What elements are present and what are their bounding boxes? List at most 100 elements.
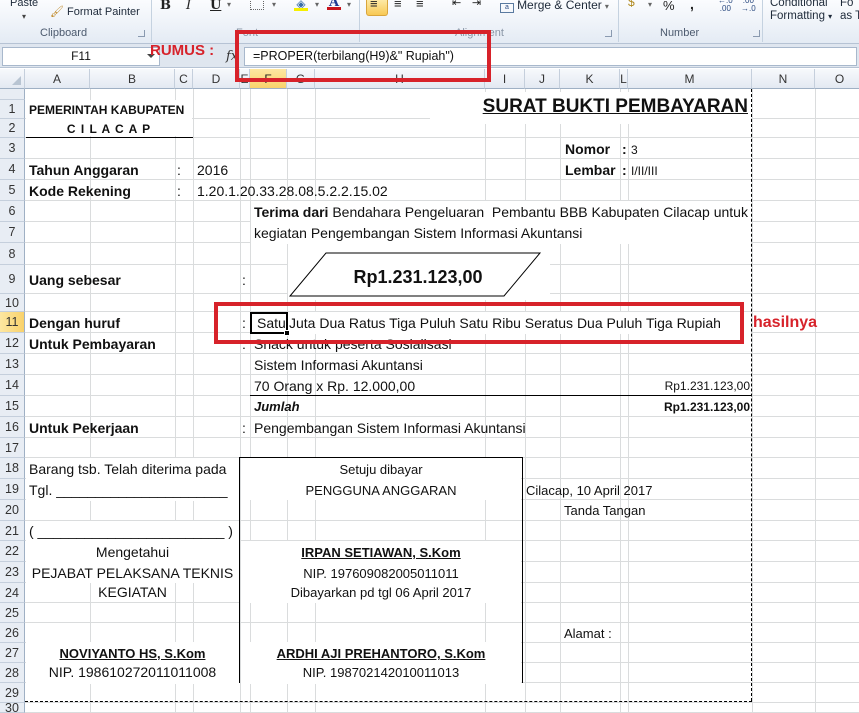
italic-button[interactable]: I [186, 0, 191, 13]
cell-pembayaran-label[interactable]: Untuk Pembayaran [29, 337, 156, 351]
comma-button[interactable]: , [690, 0, 694, 12]
row-header-30[interactable]: 30 [0, 702, 25, 713]
row-header-4[interactable]: 4 [0, 159, 25, 180]
row-header-10[interactable]: 10 [0, 294, 25, 312]
cell-paren-line[interactable]: ( ________________________ ) [29, 524, 233, 538]
column-header-n[interactable]: N [752, 69, 815, 89]
column-header-m[interactable]: M [628, 69, 752, 89]
cell-lembar-label[interactable]: Lembar [565, 163, 616, 177]
row-header-5[interactable]: 5 [0, 180, 25, 201]
align-center-icon[interactable]: ≡ [394, 0, 402, 11]
cell-nomor-label[interactable]: Nomor [565, 142, 610, 156]
cell-pembayaran-line3[interactable]: 70 Orang x Rp. 12.000,00 [254, 379, 415, 393]
row-header-18[interactable]: 18 [0, 458, 25, 479]
column-header-k[interactable]: K [560, 69, 620, 89]
paste-dropdown-icon[interactable]: ▾ [22, 12, 26, 21]
align-right-icon[interactable]: ≡ [416, 0, 424, 11]
cell-tahun-value[interactable]: 2016 [197, 163, 228, 177]
row-header-15[interactable]: 15 [0, 396, 25, 417]
underline-dropdown-icon[interactable]: ▾ [227, 0, 231, 9]
cell-irpan[interactable]: IRPAN SETIAWAN, S.Kom [240, 546, 522, 559]
accounting-format-icon[interactable]: $ [628, 0, 635, 9]
borders-dropdown-icon[interactable]: ▾ [272, 0, 276, 9]
row-header-28[interactable]: 28 [0, 663, 25, 683]
cell-pembayaran-amount[interactable]: Rp1.231.123,00 [600, 380, 750, 392]
fill-dropdown-icon[interactable]: ▾ [315, 0, 319, 9]
cell-barang[interactable]: Barang tsb. Telah diterima pada [29, 462, 226, 476]
cell-noviyanto[interactable]: NOVIYANTO HS, S.Kom [26, 647, 239, 660]
cell-jumlah-value[interactable]: Rp1.231.123,00 [600, 401, 750, 413]
format-as-table-button[interactable]: Fo as T [840, 0, 859, 23]
cell-title[interactable]: SURAT BUKTI PEMBAYARAN [430, 97, 748, 116]
row-header-20[interactable]: 20 [0, 500, 25, 521]
row-header-1[interactable]: 1 [0, 100, 25, 119]
cell-ardhi[interactable]: ARDHI AJI PREHANTORO, S.Kom [240, 647, 522, 660]
row-header-7[interactable]: 7 [0, 222, 25, 243]
column-header-i[interactable]: I [485, 69, 525, 89]
row-header-25[interactable]: 25 [0, 603, 25, 623]
cell-uang-label[interactable]: Uang sebesar [29, 273, 121, 287]
decrease-indent-icon[interactable]: ⇤ [452, 0, 461, 9]
cell-pejabat[interactable]: PEJABAT PELAKSANA TEKNIS [26, 566, 239, 580]
row-header-12[interactable]: 12 [0, 333, 25, 354]
cell-tgl[interactable]: Tgl. ______________________ [29, 483, 228, 497]
cell-nip-irpan[interactable]: NIP. 197609082005011011 [240, 567, 522, 580]
cell-pemerintah[interactable]: PEMERINTAH KABUPATEN [29, 104, 184, 116]
row-header-3[interactable]: 3 [0, 138, 25, 159]
column-header-l[interactable]: L [620, 69, 628, 89]
column-header-j[interactable]: J [525, 69, 560, 89]
merge-center-button[interactable]: a Merge & Center ▾ [500, 0, 609, 13]
column-header-o[interactable]: O [815, 69, 859, 89]
row-header-17[interactable]: 17 [0, 438, 25, 458]
cell-kode-value[interactable]: 1.20.1.20.33.28.08.5.2.2.15.02 [197, 184, 388, 198]
borders-icon[interactable] [250, 0, 264, 10]
select-all-button[interactable] [0, 69, 25, 89]
row-header-2[interactable]: 2 [0, 119, 25, 138]
increase-decimal-icon[interactable]: ←.0.00 [718, 0, 733, 13]
row-header-26[interactable]: 26 [0, 623, 25, 643]
cell-jumlah-label[interactable]: Jumlah [254, 400, 300, 413]
cell-uang-value[interactable]: Rp1.231.123,00 [300, 268, 536, 286]
cell-huruf-label[interactable]: Dengan huruf [29, 316, 120, 330]
row-header-19[interactable]: 19 [0, 479, 25, 500]
name-box[interactable]: F11 [2, 47, 160, 66]
cell-kegiatan[interactable]: KEGIATAN [26, 585, 239, 599]
cell-cilacap-date[interactable]: Cilacap, 10 April 2017 [526, 484, 652, 497]
format-painter-button[interactable]: 🖌 Format Painter [50, 5, 140, 18]
row-header-22[interactable]: 22 [0, 541, 25, 562]
fill-color-button[interactable]: ◈ [294, 0, 308, 11]
bold-button[interactable]: B [160, 0, 171, 13]
cell-cilacap[interactable]: C I L A C A P [26, 123, 192, 135]
number-launcher-icon[interactable] [753, 30, 760, 37]
font-color-button[interactable]: A [327, 0, 341, 10]
column-header-a[interactable]: A [25, 69, 90, 89]
row-header-27[interactable]: 27 [0, 643, 25, 663]
alignment-launcher-icon[interactable] [605, 30, 612, 37]
cell-pekerjaan-value[interactable]: Pengembangan Sistem Informasi Akuntansi [254, 421, 526, 435]
cell-tahun-label[interactable]: Tahun Anggaran [29, 163, 139, 177]
cell-nomor-value[interactable]: 3 [631, 144, 638, 156]
cell-alamat[interactable]: Alamat : [564, 627, 612, 640]
conditional-formatting-button[interactable]: Conditional Formatting ▾ [770, 0, 832, 23]
percent-button[interactable]: % [663, 0, 675, 13]
cell-pekerjaan-label[interactable]: Untuk Pekerjaan [29, 421, 139, 435]
cell-tanda-tangan[interactable]: Tanda Tangan [564, 504, 645, 517]
cell-terima[interactable]: Terima dari Bendahara Pengeluaran Pemban… [254, 205, 748, 219]
cell-pengguna[interactable]: PENGGUNA ANGGARAN [240, 484, 522, 497]
cell-kode-label[interactable]: Kode Rekening [29, 184, 131, 198]
row-header-24[interactable]: 24 [0, 583, 25, 603]
column-header-b[interactable]: B [90, 69, 175, 89]
cell-nip-noviyanto[interactable]: NIP. 198610272011011008 [26, 665, 239, 679]
row-header-16[interactable]: 16 [0, 417, 25, 438]
underline-button[interactable]: U [210, 0, 221, 13]
row-header-14[interactable]: 14 [0, 375, 25, 396]
row-header-8[interactable]: 8 [0, 243, 25, 265]
cell-pembayaran-line2[interactable]: Sistem Informasi Akuntansi [254, 358, 423, 372]
cell-terima-line2[interactable]: kegiatan Pengembangan Sistem Informasi A… [254, 226, 582, 240]
decrease-decimal-icon[interactable]: .00 →.0 [741, 0, 756, 13]
cell-setuju[interactable]: Setuju dibayar [240, 463, 522, 476]
column-header-d[interactable]: D [193, 69, 240, 89]
clipboard-launcher-icon[interactable] [138, 30, 145, 37]
row-header-21[interactable]: 21 [0, 521, 25, 541]
increase-indent-icon[interactable]: ⇥ [472, 0, 481, 9]
